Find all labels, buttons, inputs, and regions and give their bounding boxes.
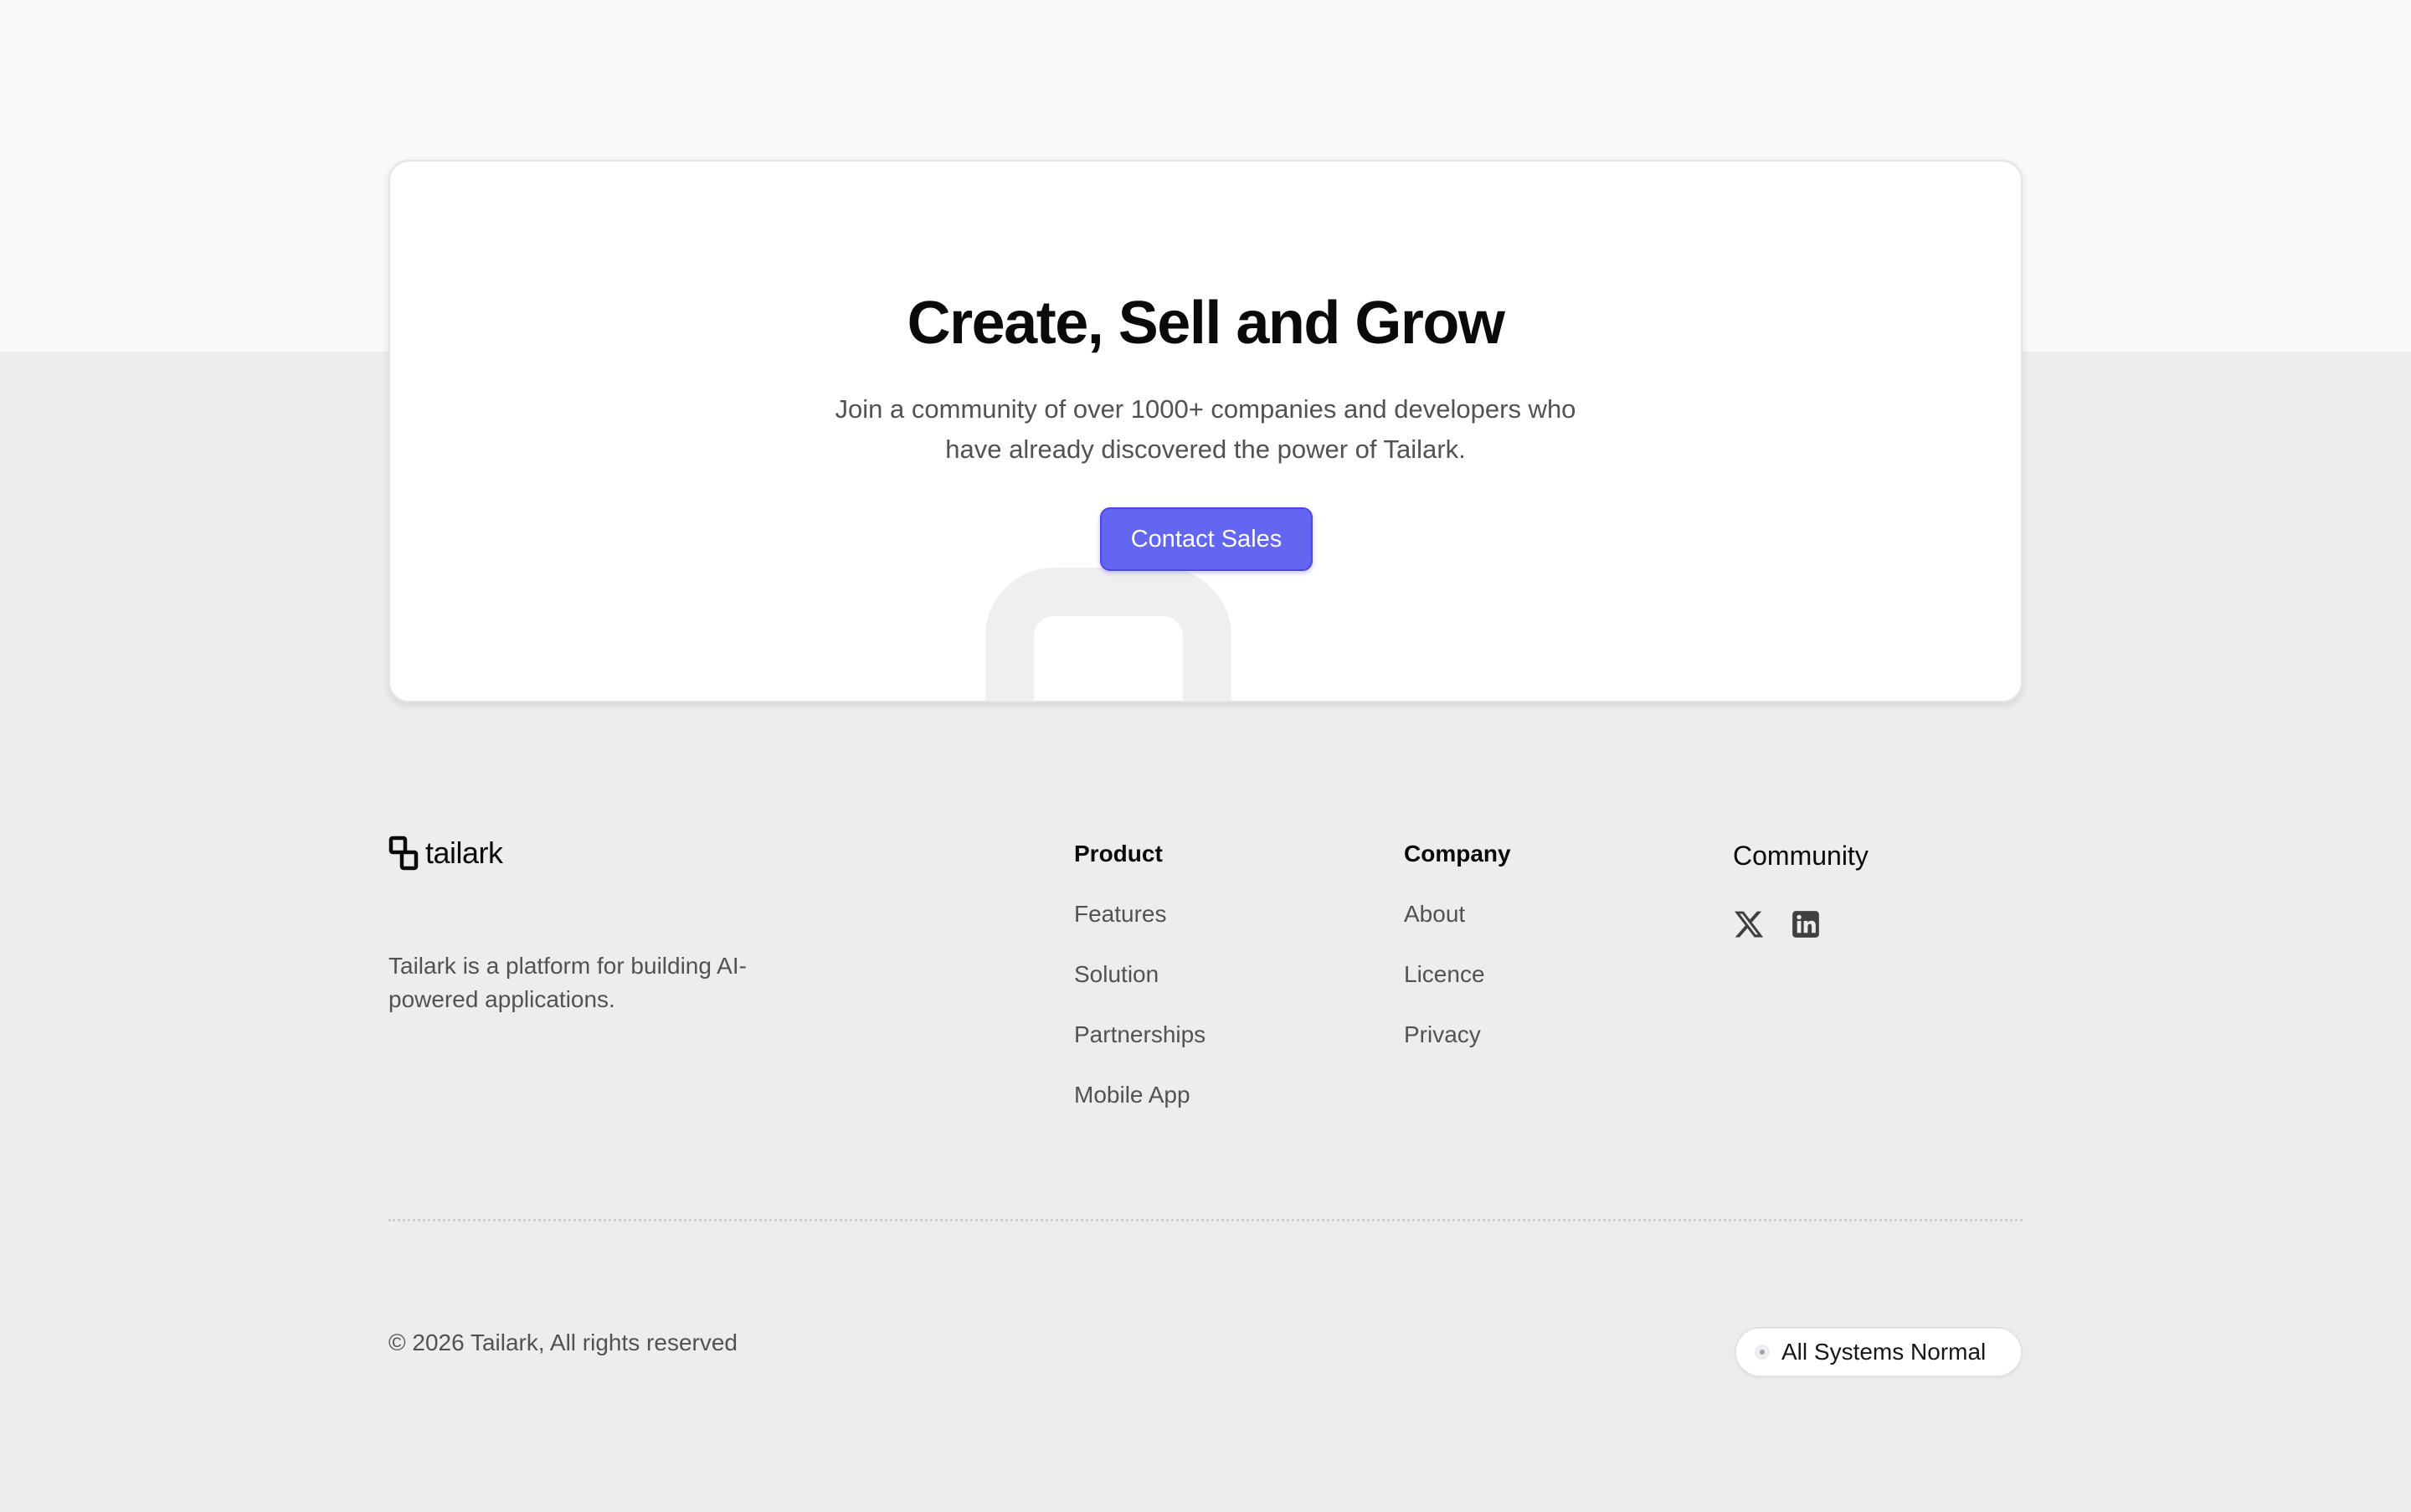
brand-name: tailark xyxy=(425,836,503,870)
footer-link-about[interactable]: About xyxy=(1404,901,1465,927)
list-item: Mobile App xyxy=(1074,1082,1190,1108)
footer-column-title: Community xyxy=(1733,841,1869,871)
system-status-badge[interactable]: All Systems Normal xyxy=(1735,1327,2023,1377)
list-item: Licence xyxy=(1404,961,1485,988)
status-dot-icon xyxy=(1755,1345,1770,1360)
footer-column-product: Product Features Solution Partnerships M… xyxy=(1074,840,1206,1108)
copyright-text: © 2026 Tailark, All rights reserved xyxy=(388,1329,738,1355)
contact-sales-button[interactable]: Contact Sales xyxy=(1100,507,1313,571)
footer-column-community: Community xyxy=(1733,841,1869,938)
brand-link[interactable]: tailark xyxy=(388,836,503,871)
x-icon[interactable] xyxy=(1733,908,1765,940)
footer-link-partnerships[interactable]: Partnerships xyxy=(1074,1021,1206,1047)
cta-description: Join a community of over 1000+ companies… xyxy=(835,394,1576,464)
tailark-logo-icon xyxy=(388,836,419,871)
footer-column-company: Company About Licence Privacy xyxy=(1404,840,1511,1047)
footer-link-mobile-app[interactable]: Mobile App xyxy=(1074,1082,1190,1108)
footer-column-title: Product xyxy=(1074,841,1163,867)
cta-title: Create, Sell and Grow xyxy=(907,290,1505,357)
list-item: Features xyxy=(1074,901,1167,928)
status-label: All Systems Normal xyxy=(1781,1339,1987,1365)
social-links xyxy=(1733,908,1822,940)
list-item: About xyxy=(1404,901,1465,928)
footer-divider xyxy=(388,1219,2023,1221)
cta-card: Create, Sell and Grow Join a community o… xyxy=(388,160,2023,702)
linkedin-icon[interactable] xyxy=(1790,908,1822,940)
brand-tagline: Tailark is a platform for building AI-po… xyxy=(388,953,747,1012)
list-item: Partnerships xyxy=(1074,1021,1206,1048)
decorative-shape xyxy=(985,568,1231,701)
footer-link-features[interactable]: Features xyxy=(1074,901,1167,927)
footer-link-privacy[interactable]: Privacy xyxy=(1404,1021,1481,1047)
footer-link-licence[interactable]: Licence xyxy=(1404,961,1485,987)
footer-column-title: Company xyxy=(1404,841,1511,867)
footer-link-solution[interactable]: Solution xyxy=(1074,961,1159,987)
list-item: Privacy xyxy=(1404,1021,1481,1048)
list-item: Solution xyxy=(1074,961,1159,988)
